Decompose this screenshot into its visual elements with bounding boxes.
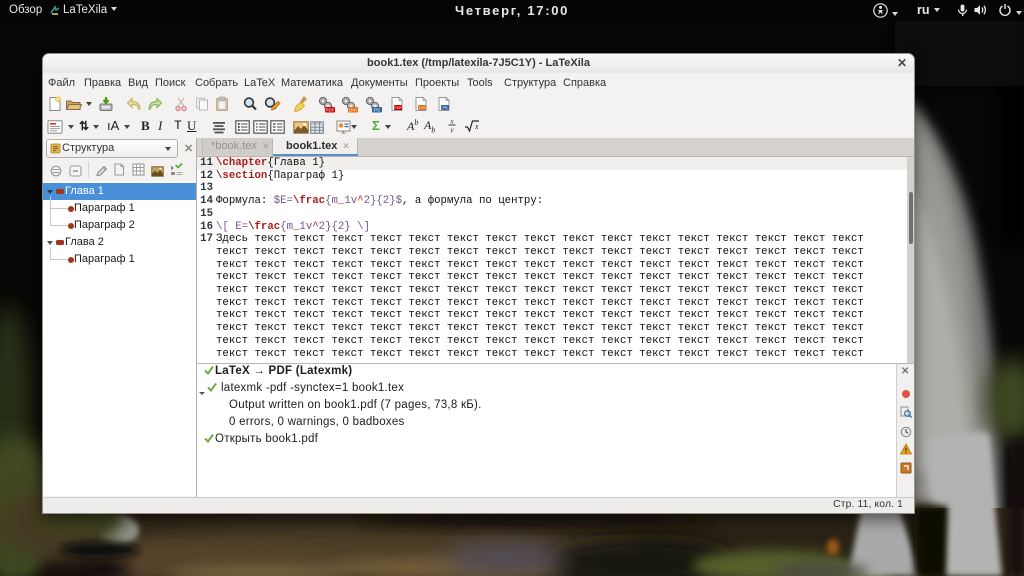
svg-text:DVI: DVI [349, 108, 357, 113]
svg-text:PS: PS [442, 106, 448, 110]
svg-text:y: y [449, 126, 454, 133]
svg-text:DVI: DVI [419, 106, 425, 110]
svg-text:x: x [474, 122, 479, 131]
svg-text:PDF: PDF [394, 106, 402, 110]
svg-text:PDF: PDF [326, 108, 335, 113]
svg-text:x: x [449, 118, 454, 126]
svg-text:PS: PS [374, 108, 380, 113]
